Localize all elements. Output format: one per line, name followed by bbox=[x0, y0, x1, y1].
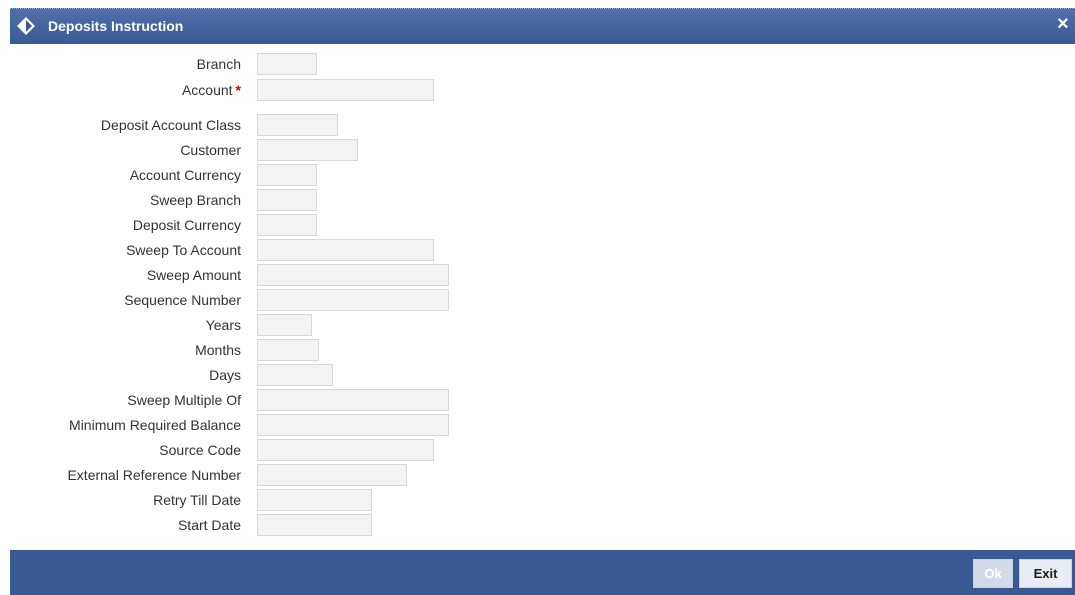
required-marker: * bbox=[235, 82, 241, 98]
account-currency-label: Account Currency bbox=[129, 167, 241, 183]
sweep-to-account-label: Sweep To Account bbox=[126, 242, 241, 258]
sweep-amount-row: Sweep Amount bbox=[10, 264, 1075, 286]
sequence-number-row: Sequence Number bbox=[10, 289, 1075, 311]
account-currency-row: Account Currency bbox=[10, 164, 1075, 186]
months-row: Months bbox=[10, 339, 1075, 361]
sweep-branch-row: Sweep Branch bbox=[10, 189, 1075, 211]
deposit-currency-label: Deposit Currency bbox=[132, 217, 241, 233]
start-date-label: Start Date bbox=[177, 517, 241, 533]
sweep-amount-label: Sweep Amount bbox=[146, 267, 241, 283]
source-code-label: Source Code bbox=[159, 442, 241, 458]
sequence-number-label: Sequence Number bbox=[124, 292, 241, 308]
start-date-row: Start Date bbox=[10, 514, 1075, 536]
deposit-currency-field[interactable] bbox=[257, 214, 317, 236]
years-label: Years bbox=[205, 317, 241, 333]
deposit-instruction-form: Branch Account * Deposit Account Class Cu… bbox=[10, 8, 1075, 595]
months-field[interactable] bbox=[257, 339, 319, 361]
sweep-branch-field[interactable] bbox=[257, 189, 317, 211]
sweep-multiple-of-field[interactable] bbox=[257, 389, 449, 411]
minimum-required-balance-field[interactable] bbox=[257, 414, 449, 436]
source-code-field[interactable] bbox=[257, 439, 434, 461]
account-field[interactable] bbox=[257, 79, 434, 101]
external-reference-number-label: External Reference Number bbox=[67, 467, 241, 483]
ok-button[interactable]: Ok bbox=[973, 559, 1013, 588]
sweep-to-account-row: Sweep To Account bbox=[10, 239, 1075, 261]
deposits-instruction-window: Deposits Instruction × Branch Account * D… bbox=[10, 8, 1075, 595]
account-currency-field[interactable] bbox=[257, 164, 317, 186]
minimum-required-balance-label: Minimum Required Balance bbox=[69, 417, 241, 433]
account-row: Account * bbox=[10, 79, 1075, 101]
sweep-multiple-of-label: Sweep Multiple Of bbox=[127, 392, 241, 408]
sweep-amount-field[interactable] bbox=[257, 264, 449, 286]
deposit-account-class-row: Deposit Account Class bbox=[10, 114, 1075, 136]
years-field[interactable] bbox=[257, 314, 312, 336]
sweep-to-account-field[interactable] bbox=[257, 239, 434, 261]
external-reference-number-row: External Reference Number bbox=[10, 464, 1075, 486]
deposit-currency-row: Deposit Currency bbox=[10, 214, 1075, 236]
customer-row: Customer bbox=[10, 139, 1075, 161]
account-label-text: Account bbox=[181, 82, 233, 98]
years-row: Years bbox=[10, 314, 1075, 336]
branch-row: Branch bbox=[10, 53, 1075, 75]
sweep-branch-label: Sweep Branch bbox=[149, 192, 241, 208]
deposit-account-class-label: Deposit Account Class bbox=[100, 117, 241, 133]
deposit-account-class-field[interactable] bbox=[257, 114, 338, 136]
retry-till-date-label: Retry Till Date bbox=[153, 492, 241, 508]
months-label: Months bbox=[195, 342, 241, 358]
branch-field[interactable] bbox=[257, 53, 317, 75]
external-reference-number-field[interactable] bbox=[257, 464, 407, 486]
minimum-required-balance-row: Minimum Required Balance bbox=[10, 414, 1075, 436]
start-date-field[interactable] bbox=[257, 514, 372, 536]
source-code-row: Source Code bbox=[10, 439, 1075, 461]
sweep-multiple-of-row: Sweep Multiple Of bbox=[10, 389, 1075, 411]
footer-bar: Ok Exit bbox=[10, 550, 1075, 595]
retry-till-date-row: Retry Till Date bbox=[10, 489, 1075, 511]
days-label: Days bbox=[209, 367, 241, 383]
customer-label: Customer bbox=[180, 142, 241, 158]
account-label: Account * bbox=[182, 82, 241, 98]
branch-label: Branch bbox=[196, 56, 241, 72]
customer-field[interactable] bbox=[257, 139, 358, 161]
days-field[interactable] bbox=[257, 364, 333, 386]
days-row: Days bbox=[10, 364, 1075, 386]
exit-button[interactable]: Exit bbox=[1019, 559, 1072, 588]
retry-till-date-field[interactable] bbox=[257, 489, 372, 511]
sequence-number-field[interactable] bbox=[257, 289, 449, 311]
